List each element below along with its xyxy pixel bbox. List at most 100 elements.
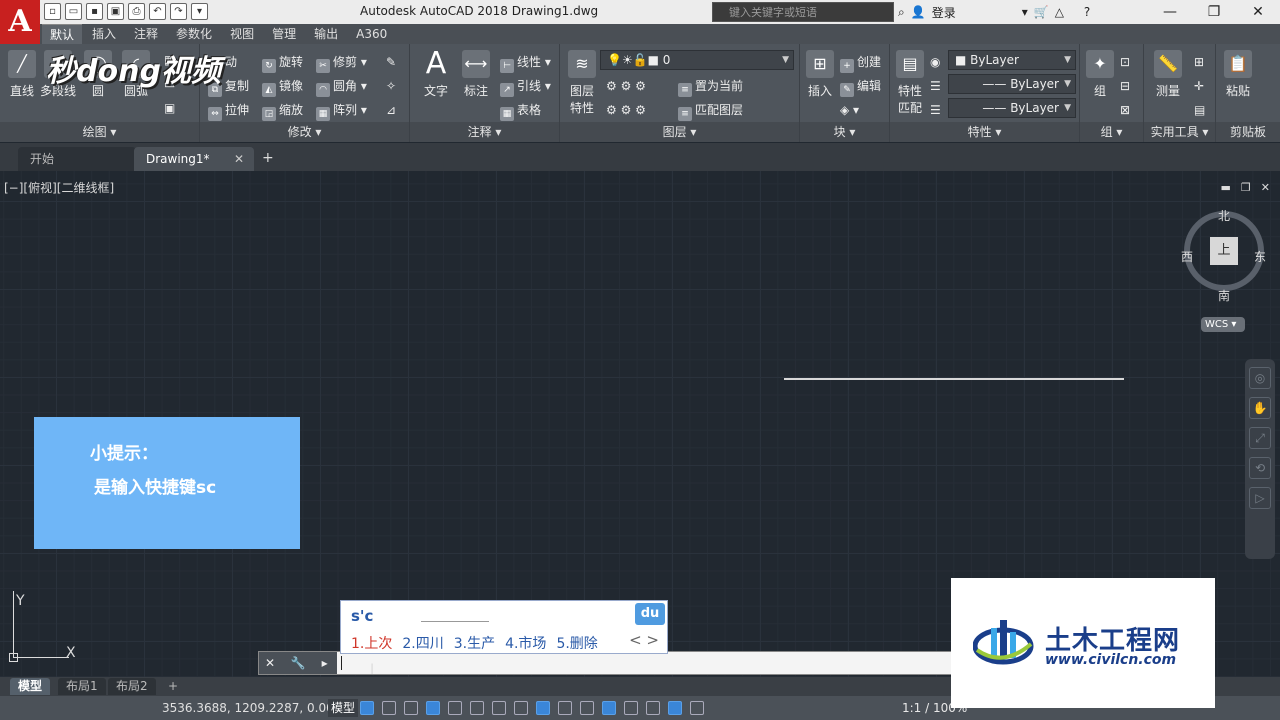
set-current-button[interactable]: ≡ 置为当前 [678,76,743,97]
fillet-button[interactable]: ◠ 圆角 ▾ [316,76,367,97]
wcs-menu[interactable]: WCS ▾ [1201,317,1245,332]
login-link[interactable]: 登录 [932,4,956,21]
redo-icon[interactable]: ↷ [170,3,187,20]
dynamic-ucs-icon[interactable] [602,701,616,715]
compass-east[interactable]: 东 [1254,248,1266,265]
tab-layout1[interactable]: 布局1 [58,678,106,695]
tab-output[interactable]: 输出 [306,24,346,44]
tab-parametric[interactable]: 参数化 [168,24,220,44]
binoculars-icon[interactable]: ⌕ [898,5,905,20]
group-select-icon[interactable]: ⊠ [1120,100,1130,120]
tab-insert[interactable]: 插入 [84,24,124,44]
viewcube-top-face[interactable]: 上 [1210,237,1238,265]
layer-dropdown[interactable]: 💡☀🔓■ 0 ▼ [600,50,794,70]
command-line[interactable]: ✕ 🔧 ▸ [258,651,958,675]
login-dropdown-icon[interactable]: ▾ [1022,5,1028,19]
tab-drawing1[interactable]: Drawing1* ✕ [134,147,254,171]
tab-model[interactable]: 模型 [10,678,51,695]
trim-button[interactable]: ✂ 修剪 ▾ [316,52,367,73]
ime-candidate[interactable]: 5.删除 [556,633,597,653]
help-icon[interactable]: ? [1084,5,1090,19]
new-tab-button[interactable]: + [262,150,274,166]
panel-layers-title[interactable]: 图层 ▾ [560,122,799,142]
lineweight-icon[interactable]: ☰ [930,100,941,120]
user-icon[interactable]: 👤 [911,5,926,19]
object-tracking-icon[interactable] [470,701,484,715]
minimize-icon[interactable]: — [1148,0,1192,24]
text-button[interactable]: A 文字 [416,49,456,99]
rotate-button[interactable]: ↻ 旋转 [262,52,303,73]
annotation-visibility-icon[interactable] [668,701,682,715]
create-block-button[interactable]: + 创建 [840,52,881,73]
open-file-icon[interactable]: ▭ [65,3,82,20]
close-icon[interactable]: ✕ [1236,0,1280,24]
panel-draw-title[interactable]: 绘图 ▾ [0,122,199,142]
steering-wheel-icon[interactable]: ◎ [1249,367,1271,389]
viewport-minimize-icon[interactable]: ▬ [1221,181,1231,194]
grid-icon[interactable] [360,701,374,715]
cart-icon[interactable]: 🛒 [1034,5,1049,19]
dimension-button[interactable]: ⟷ 标注 [456,50,496,99]
quick-select-icon[interactable]: ▤ [1194,100,1205,120]
linetype-dropdown[interactable]: —— ByLayer ▼ [948,74,1076,94]
gizmo-icon[interactable] [646,701,660,715]
panel-utilities-title[interactable]: 实用工具 ▾ [1144,122,1215,142]
group-button[interactable]: ✦ 组 [1080,50,1120,99]
viewport-close-icon[interactable]: ✕ [1261,181,1270,194]
command-line-tools[interactable]: ✕ 🔧 ▸ [259,652,337,674]
ime-candidate[interactable]: 3.生产 [454,633,495,653]
tab-a360[interactable]: A360 [348,24,395,44]
insert-block-button[interactable]: ⊞ 插入 [800,50,840,99]
line-button[interactable]: ╱ 直线 [2,50,42,99]
layer-tools-icon[interactable]: ⚙ ⚙ ⚙ [606,76,646,96]
ime-page-arrows[interactable]: < > [629,631,659,649]
explode-icon[interactable]: ✧ [386,76,396,96]
ungroup-icon[interactable]: ⊡ [1120,52,1130,72]
print-icon[interactable]: ⎙ [128,3,145,20]
autodesk-icon[interactable]: △ [1055,5,1064,19]
save-icon[interactable]: ▪ [86,3,103,20]
panel-modify-title[interactable]: 修改 ▾ [200,122,409,142]
auto-scale-icon[interactable] [690,701,704,715]
tab-default[interactable]: 默认 [42,24,83,44]
app-logo[interactable]: A [0,0,40,44]
linetype-icon[interactable]: ☰ [930,76,941,96]
panel-clipboard-title[interactable]: 剪贴板 [1216,122,1280,142]
model-space-button[interactable]: 模型 [328,699,359,717]
erase-icon[interactable]: ✎ [386,52,396,72]
block-attr-icon[interactable]: ◈ ▾ [840,100,859,120]
mirror-button[interactable]: ◭ 镜像 [262,76,303,97]
edit-block-button[interactable]: ✎ 编辑 [840,76,881,97]
compass-south[interactable]: 南 [1218,287,1230,304]
match-layer-button[interactable]: ≡ 匹配图层 [678,100,743,121]
panel-group-title[interactable]: 组 ▾ [1080,122,1143,142]
stretch-button[interactable]: ⇔ 拉伸 [208,100,249,121]
add-layout-button[interactable]: + [160,678,186,695]
osnap-icon[interactable] [492,701,506,715]
ime-candidate[interactable]: 4.市场 [505,633,546,653]
viewport-label[interactable]: [−][俯视][二维线框] [4,179,114,196]
panel-block-title[interactable]: 块 ▾ [800,122,889,142]
3d-osnap-icon[interactable] [580,701,594,715]
compass-west[interactable]: 西 [1181,248,1193,265]
isodraft-icon[interactable] [448,701,462,715]
match-properties-button[interactable]: ▤ 特性 匹配 [890,50,930,116]
calculator-icon[interactable]: ⊞ [1194,52,1204,72]
point-icon[interactable]: ✛ [1194,76,1204,96]
tab-start[interactable]: 开始 [18,147,136,171]
array-button[interactable]: ▦ 阵列 ▾ [316,100,367,121]
ortho-icon[interactable] [404,701,418,715]
polar-icon[interactable] [426,701,440,715]
selection-filter-icon[interactable] [624,701,638,715]
linear-button[interactable]: ⊢ 线性 ▾ [500,52,551,73]
tab-annotate[interactable]: 注释 [126,24,166,44]
leader-button[interactable]: ↗ 引线 ▾ [500,76,551,97]
restore-icon[interactable]: ❐ [1192,0,1236,24]
drawn-line-entity[interactable] [784,378,1124,380]
zoom-extents-icon[interactable]: ⤢ [1249,427,1271,449]
snap-icon[interactable] [382,701,396,715]
search-input[interactable]: 键入关键字或短语 [712,2,894,22]
measure-button[interactable]: 📏 测量 [1148,50,1188,99]
transparency-icon[interactable] [536,701,550,715]
table-button[interactable]: ▦ 表格 [500,100,541,121]
